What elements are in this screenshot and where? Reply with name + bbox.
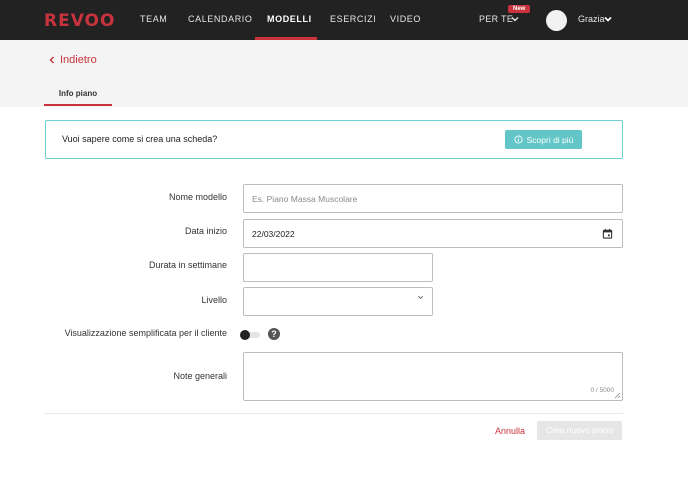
chevron-left-icon [49, 56, 54, 64]
data-inizio-field[interactable]: 22/03/2022 [243, 219, 623, 248]
data-inizio-value: 22/03/2022 [252, 228, 295, 239]
resize-handle-icon[interactable] [614, 392, 621, 399]
toggle-knob [240, 330, 250, 340]
chevron-down-icon [418, 295, 423, 299]
back-link[interactable]: Indietro [48, 54, 97, 66]
livello-select[interactable] [243, 287, 433, 316]
create-plan-button[interactable]: Crea nuovo piano [537, 421, 622, 440]
durata-label: Durata in settimane [148, 260, 227, 270]
chevron-down-icon[interactable] [510, 14, 520, 24]
chevron-down-icon[interactable] [603, 14, 613, 24]
nome-modello-label: Nome modello [168, 192, 227, 202]
cancel-button[interactable]: Annulla [495, 426, 525, 436]
visualizzazione-toggle[interactable] [240, 330, 260, 340]
back-link-label: Indietro [60, 54, 97, 66]
info-banner: Vuoi sapere come si crea una scheda? Sco… [45, 120, 623, 159]
discover-more-label: Scopri di più [526, 134, 574, 145]
durata-field[interactable] [243, 253, 433, 282]
nav-item-esercizi[interactable]: ESERCIZI [330, 0, 376, 40]
tab-info-piano[interactable]: Info piano [44, 84, 112, 106]
logo[interactable]: REVOO [44, 11, 115, 31]
nome-modello-placeholder: Es. Piano Massa Muscolare [252, 193, 358, 204]
discover-more-button[interactable]: Scopri di più [505, 130, 582, 149]
livello-label: Livello [201, 295, 227, 305]
avatar[interactable] [546, 10, 567, 31]
calendar-icon[interactable] [602, 228, 613, 239]
nav-item-modelli[interactable]: MODELLI [267, 0, 312, 40]
data-inizio-label: Data inizio [184, 226, 227, 236]
help-icon[interactable]: ? [268, 328, 280, 340]
divider [44, 413, 623, 414]
visualizzazione-label: Visualizzazione semplificata per il clie… [64, 328, 227, 338]
top-navigation: REVOO TEAM CALENDARIO MODELLI ESERCIZI V… [0, 0, 688, 40]
info-icon [514, 135, 523, 144]
nav-item-team[interactable]: TEAM [140, 0, 167, 40]
user-name[interactable]: Grazia [578, 0, 605, 39]
new-badge: New [508, 5, 531, 13]
nome-modello-field[interactable]: Es. Piano Massa Muscolare [243, 184, 623, 213]
note-counter: 0 / 5000 [590, 387, 615, 394]
note-textarea[interactable]: 0 / 5000 [243, 352, 623, 401]
nav-item-video[interactable]: VIDEO [390, 0, 421, 40]
nav-item-calendario[interactable]: CALENDARIO [188, 0, 253, 40]
note-label: Note generali [173, 371, 227, 381]
banner-text: Vuoi sapere come si crea una scheda? [62, 134, 218, 144]
